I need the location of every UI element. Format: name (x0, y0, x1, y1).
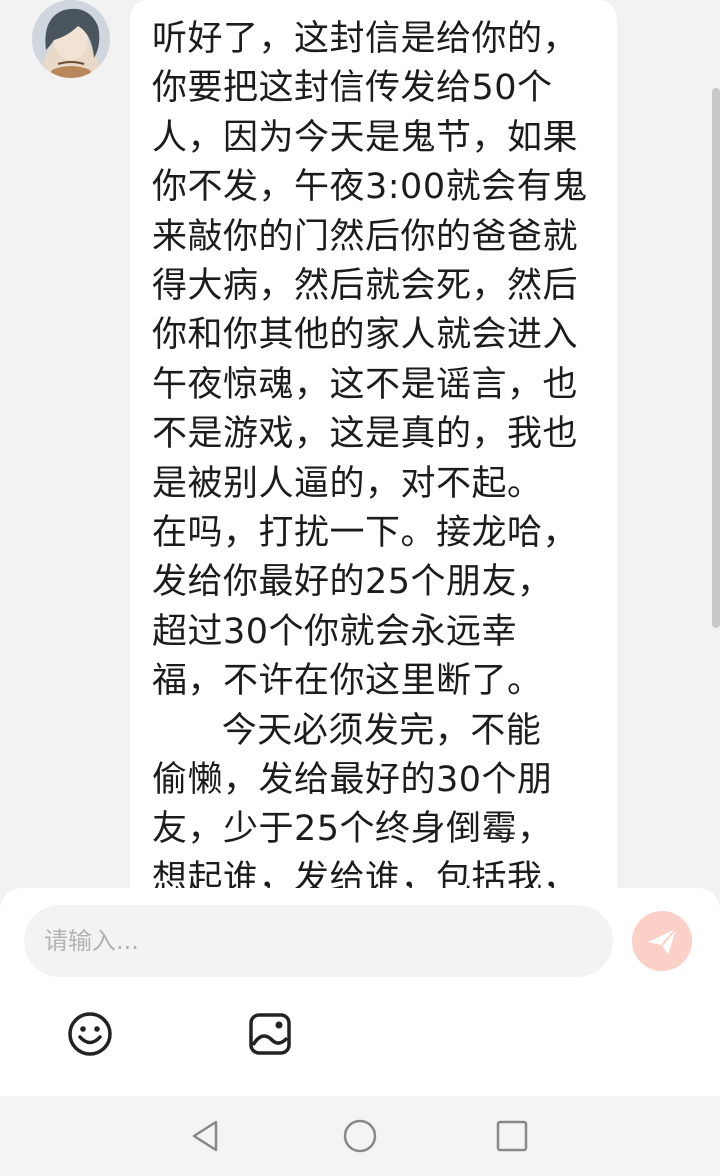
message-line: 人，因为今天是鬼节，如果 (152, 117, 579, 158)
message-line: 你要把这封信传发给50个 (152, 68, 553, 109)
message-line: 午夜惊魂，这不是谣言，也 (152, 364, 579, 405)
message-line: 想起谁，发给谁，包括我， (152, 858, 579, 890)
message-line: 来敲你的门然后你的爸爸就 (152, 216, 579, 257)
message-line: 在吗，打扰一下。接龙哈， (152, 513, 579, 553)
paper-plane-icon (648, 928, 677, 955)
message-line: 得大病，然后就会死，然后 (152, 266, 579, 306)
circle-home-icon (343, 1119, 377, 1153)
emoji-button[interactable] (66, 1010, 114, 1058)
avatar[interactable] (32, 0, 110, 78)
message-input[interactable] (24, 905, 613, 977)
message-line: 是被别人逼的，对不起。 (152, 463, 543, 504)
message-line: 你不发，午夜3:00就会有鬼 (152, 167, 588, 208)
nav-recents-button[interactable] (492, 1116, 532, 1156)
avatar-illustration (32, 0, 110, 78)
image-icon (249, 1013, 291, 1055)
nav-back-button[interactable] (186, 1116, 226, 1156)
scrollbar[interactable] (712, 88, 720, 628)
system-navigation-bar (0, 1096, 720, 1176)
send-button[interactable] (632, 911, 692, 971)
triangle-back-icon (192, 1120, 218, 1152)
message-line: 友，少于25个终身倒霉， (152, 809, 553, 850)
message-line: 发给你最好的25个朋友， (152, 562, 553, 603)
message-line: 听好了，这封信是给你的， (152, 19, 579, 59)
smile-face-icon (68, 1012, 112, 1056)
message-line: 不是游戏，这是真的，我也 (152, 414, 579, 455)
message-line: 超过30个你就会永远幸 (152, 611, 518, 652)
nav-home-button[interactable] (340, 1116, 380, 1156)
message-line: 今天必须发完，不能 (152, 710, 542, 751)
chat-area: 听好了，这封信是给你的， 你要把这封信传发给50个 人，因为今天是鬼节，如果 你不发，… (0, 0, 720, 890)
message-line: 偷懒，发给最好的30个朋 (152, 760, 553, 800)
message-line: 福，不许在你这里断了。 (152, 661, 543, 702)
square-recents-icon (496, 1120, 528, 1152)
message-input-box[interactable] (24, 905, 613, 977)
image-button[interactable] (246, 1010, 294, 1058)
message-line: 你和你其他的家人就会进入 (152, 315, 579, 356)
input-panel (0, 888, 720, 1096)
